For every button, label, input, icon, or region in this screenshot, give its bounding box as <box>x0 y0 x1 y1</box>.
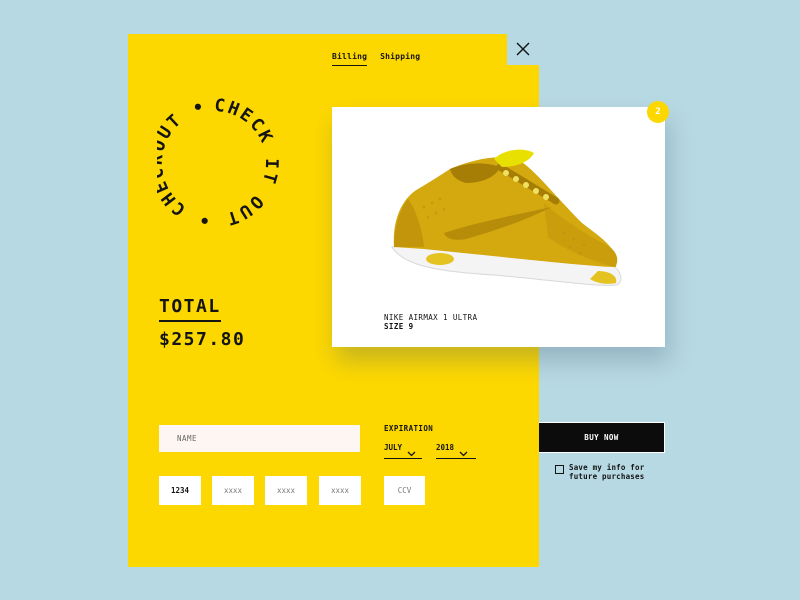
product-size: SIZE 9 <box>384 322 414 331</box>
checkout-tabs: Billing Shipping <box>332 52 420 66</box>
tab-shipping[interactable]: Shipping <box>380 52 420 66</box>
card-number-group-1[interactable] <box>159 476 201 505</box>
chevron-down-icon <box>459 443 468 462</box>
quantity-badge: 2 <box>647 101 669 123</box>
chevron-down-icon <box>407 443 416 462</box>
ccv-field[interactable] <box>384 476 425 505</box>
save-info-checkbox[interactable] <box>555 465 564 474</box>
month-select[interactable]: JULY <box>384 443 422 459</box>
product-name: NIKE AIRMAX 1 ULTRA <box>384 313 478 322</box>
badge-text: CHECK IT OUT • CHECKOUT • <box>147 96 279 231</box>
product-card: NIKE AIRMAX 1 ULTRA SIZE 9 <box>332 107 665 347</box>
name-field[interactable] <box>159 425 360 452</box>
year-select[interactable]: 2018 <box>436 443 476 459</box>
sneaker-image <box>391 149 622 286</box>
checkout-badge: CHECK IT OUT • CHECKOUT • <box>147 86 297 236</box>
tab-billing[interactable]: Billing <box>332 52 368 66</box>
buy-now-button[interactable]: BUY NOW <box>539 422 665 453</box>
close-icon[interactable] <box>512 38 534 60</box>
total-value: $257.80 <box>159 329 246 350</box>
month-value: JULY <box>384 443 403 452</box>
svg-text:CHECK IT OUT • CHECKOUT •: CHECK IT OUT • CHECKOUT • <box>157 96 281 231</box>
total-label: TOTAL <box>159 296 221 322</box>
card-number-group-2[interactable] <box>212 476 254 505</box>
card-number-group-3[interactable] <box>265 476 307 505</box>
save-info-label: Save my info for future purchases <box>569 463 645 481</box>
card-number-group-4[interactable] <box>319 476 361 505</box>
expiration-label: EXPIRATION <box>384 424 434 433</box>
year-value: 2018 <box>436 443 455 452</box>
